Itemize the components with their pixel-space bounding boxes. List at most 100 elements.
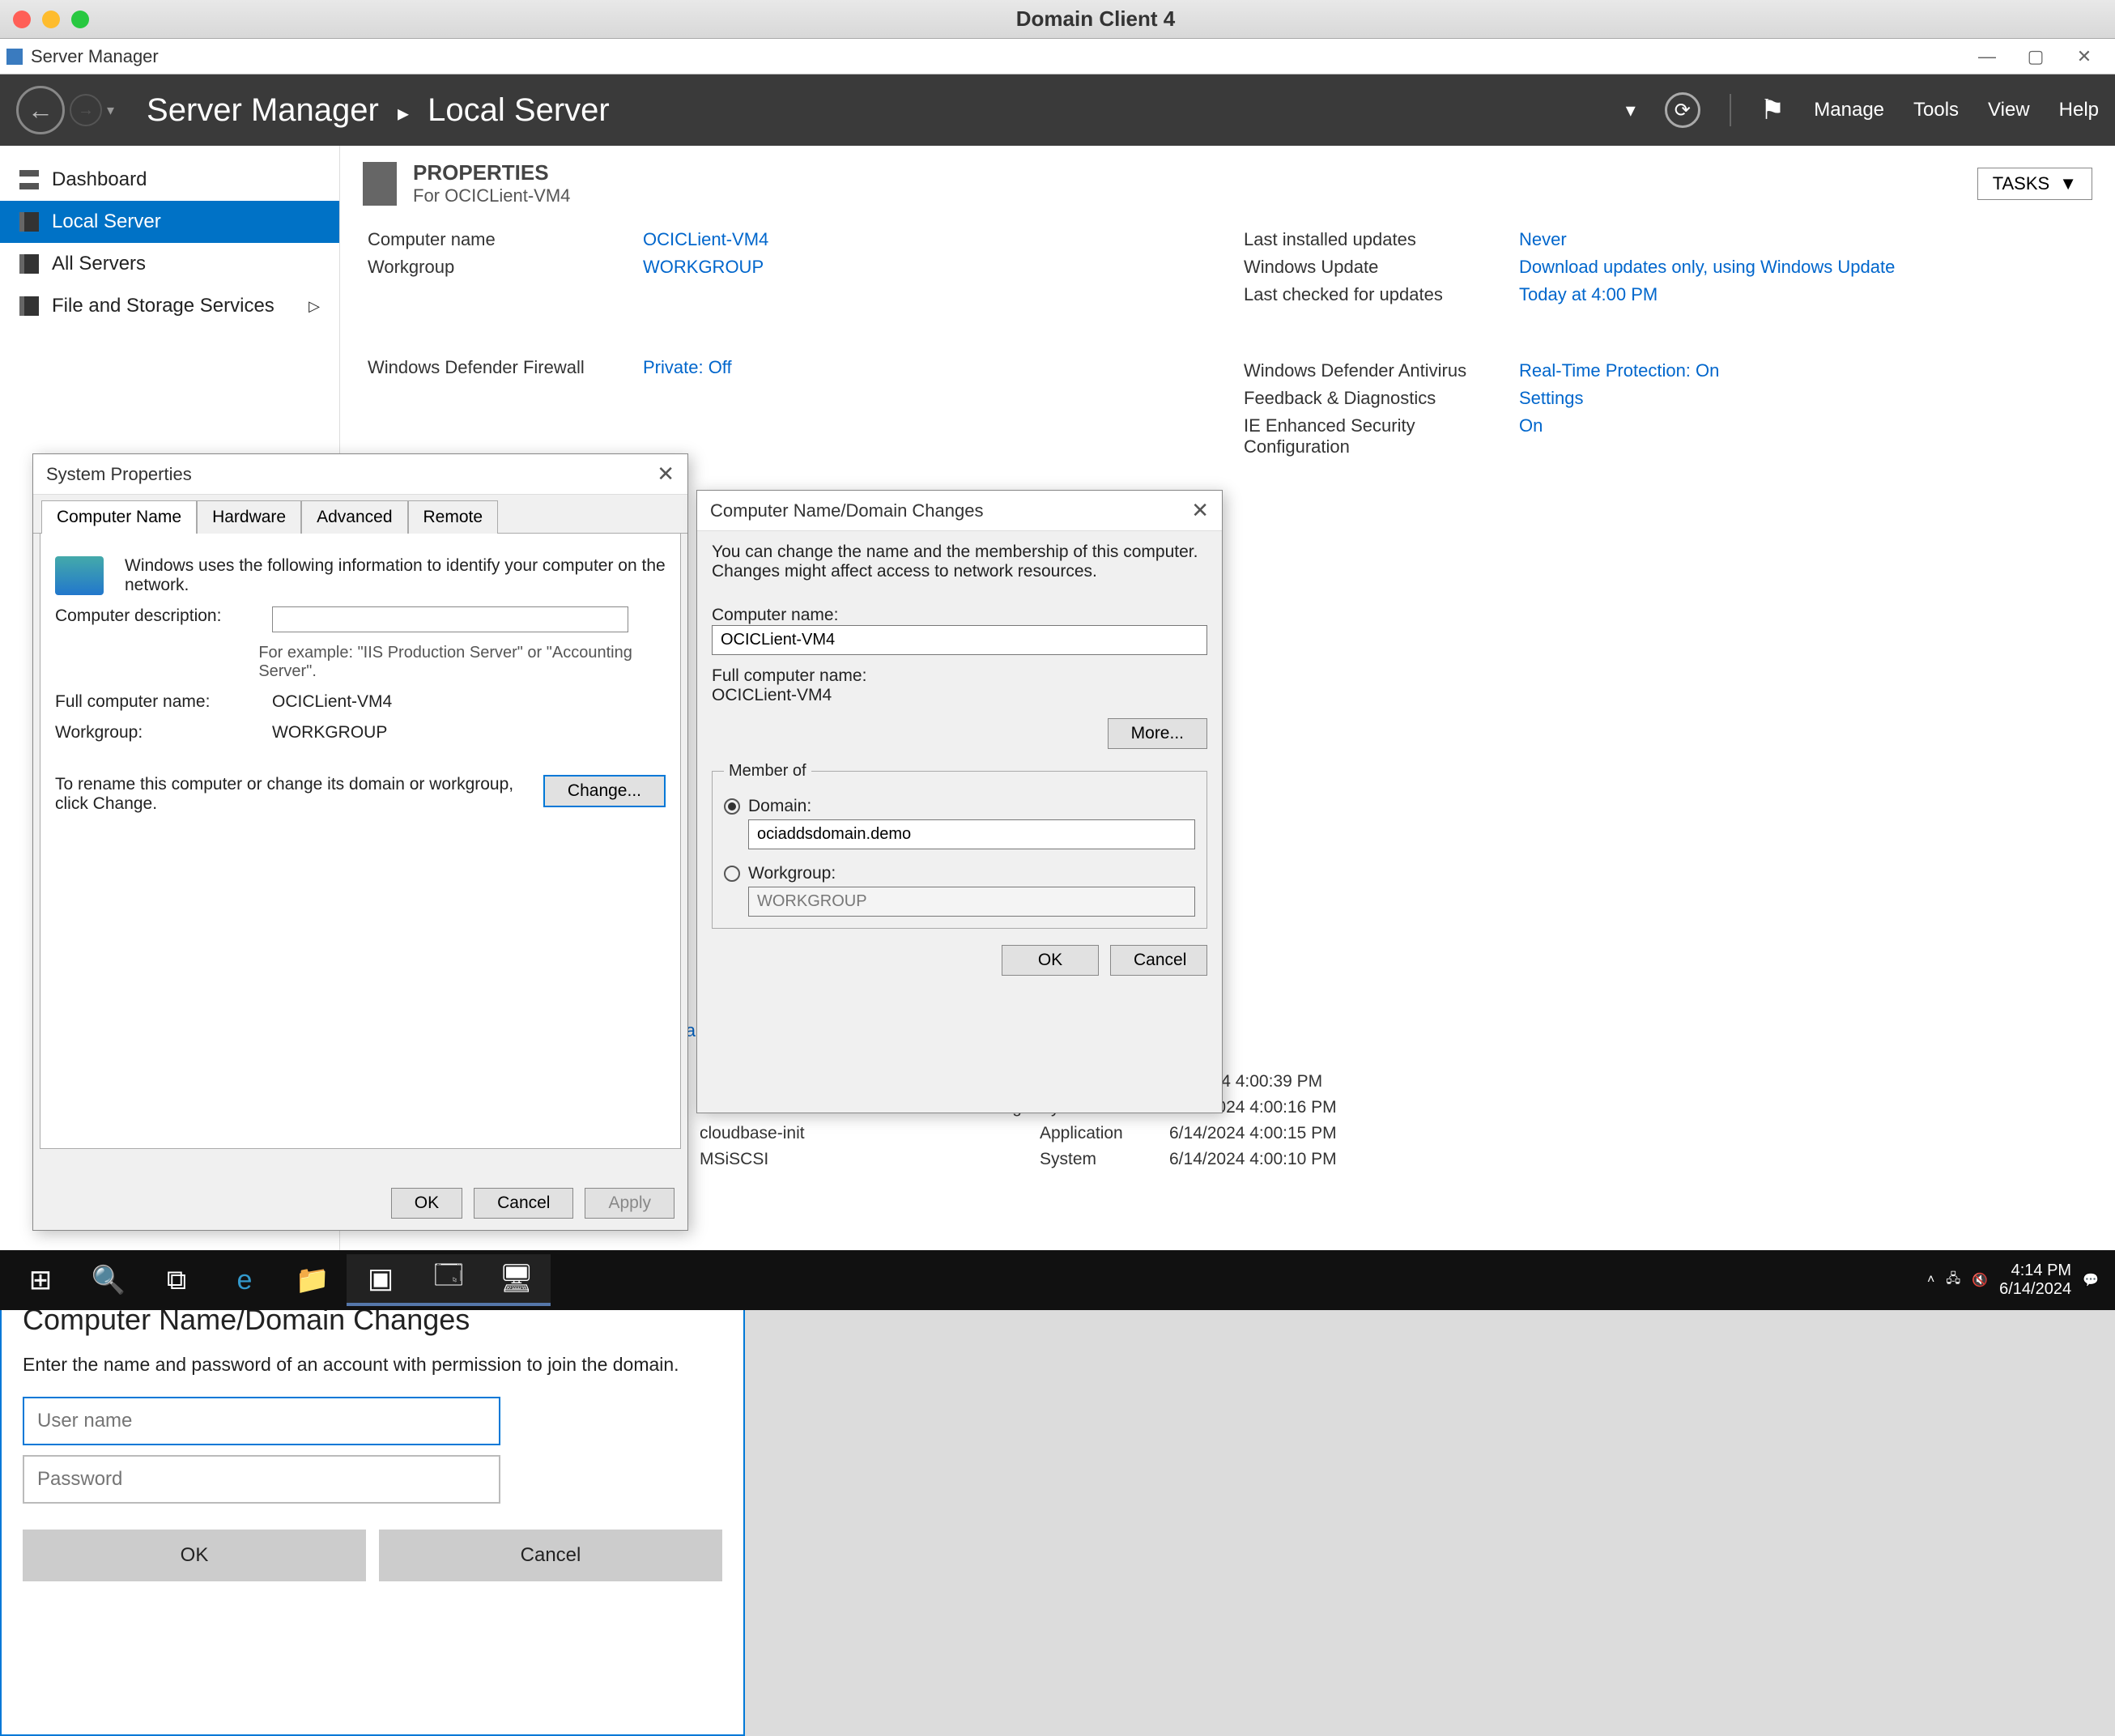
app-title: Server Manager [31,46,159,67]
apply-button[interactable]: Apply [585,1188,675,1219]
close-icon[interactable]: ✕ [1191,498,1209,523]
workgroup-link[interactable]: WORKGROUP [643,257,764,278]
window-close-button[interactable]: ✕ [2060,46,2109,67]
window-maximize-button[interactable]: ▢ [2011,46,2060,67]
ie-esc-link[interactable]: On [1519,415,1543,457]
last-updates-link[interactable]: Never [1519,229,1567,250]
member-of-label: Member of [724,762,811,781]
computer-icon [55,556,104,595]
last-checked-link[interactable]: Today at 4:00 PM [1519,284,1658,305]
firewall-link[interactable]: Private: Off [643,357,732,378]
domain-input[interactable] [748,819,1195,849]
nav-forward-button[interactable]: → [70,94,102,126]
breadcrumb-leaf: Local Server [428,92,610,128]
storage-icon [19,296,39,316]
more-button[interactable]: More... [1108,718,1207,749]
computer-name-input[interactable] [712,625,1207,655]
sidebar-item-file-storage[interactable]: File and Storage Services ▷ [0,285,339,327]
ok-button[interactable]: OK [1002,945,1099,976]
ok-button[interactable]: OK [23,1530,366,1581]
notifications-flag-icon[interactable]: ⚑ [1760,94,1785,126]
feedback-link[interactable]: Settings [1519,388,1584,409]
sidebar-item-label: All Servers [52,253,146,275]
dashboard-icon [19,170,39,189]
desc-hint: For example: "IIS Production Server" or … [258,644,666,681]
cmd-icon[interactable]: ▣ [347,1254,415,1306]
sidebar-item-label: Dashboard [52,168,147,191]
refresh-icon[interactable]: ⟳ [1665,92,1700,128]
clock-time: 4:14 PM [1999,1262,2071,1280]
ok-button[interactable]: OK [391,1188,462,1219]
menu-tools[interactable]: Tools [1913,99,1959,121]
domain-radio[interactable] [724,798,740,815]
properties-title: PROPERTIES [413,160,570,185]
menu-manage[interactable]: Manage [1814,99,1884,121]
action-center-icon[interactable]: 💬 [2083,1272,2099,1288]
tab-computer-name[interactable]: Computer Name [41,500,197,534]
taskbar-clock[interactable]: 4:14 PM 6/14/2024 [1999,1262,2071,1299]
dialog-title: Computer Name/Domain Changes [710,500,984,521]
windows-security-dialog: Windows Security ✕ Computer Name/Domain … [0,1250,745,1736]
menu-view[interactable]: View [1988,99,2030,121]
system-properties-taskbar-icon[interactable]: 🖥 [483,1254,551,1306]
change-button[interactable]: Change... [543,775,666,807]
sidebar-item-dashboard[interactable]: Dashboard [0,159,339,201]
sidebar-item-label: File and Storage Services [52,295,274,317]
window-minimize-button[interactable]: — [1963,46,2011,67]
computer-description-input[interactable] [272,606,628,632]
password-input[interactable] [23,1455,500,1504]
username-input[interactable] [23,1397,500,1445]
ie-icon[interactable]: e [211,1254,279,1306]
windows-update-link[interactable]: Download updates only, using Windows Upd… [1519,257,1895,278]
explorer-icon[interactable]: 📁 [279,1254,347,1306]
network-icon[interactable]: 🖧 [1946,1270,1960,1291]
divider [1730,94,1731,126]
mac-zoom-button[interactable] [71,11,89,28]
server-icon [19,212,39,232]
info-text: You can change the name and the membersh… [712,542,1207,581]
cancel-button[interactable]: Cancel [474,1188,573,1219]
computer-name-link[interactable]: OCICLient-VM4 [643,229,768,250]
menu-help[interactable]: Help [2059,99,2099,121]
task-view-icon[interactable]: ⧉ [143,1254,211,1306]
mac-close-button[interactable] [13,11,31,28]
workgroup-radio[interactable] [724,866,740,882]
sidebar-item-label: Local Server [52,211,161,233]
sidebar-item-all-servers[interactable]: All Servers [0,243,339,285]
prop-label: Windows Update [1244,257,1519,278]
close-icon[interactable]: ✕ [657,462,675,487]
change-text: To rename this computer or change its do… [55,775,529,814]
dialog-title: System Properties [46,464,192,485]
prop-label: Windows Defender Antivirus [1244,360,1519,381]
server-large-icon [363,162,397,206]
prop-label: Computer name [368,229,643,250]
mac-minimize-button[interactable] [42,11,60,28]
tab-remote[interactable]: Remote [408,500,499,534]
cancel-button[interactable]: Cancel [379,1530,722,1581]
desc-label: Computer description: [55,606,257,626]
sidebar-item-local-server[interactable]: Local Server [0,201,339,243]
computer-name-label: Computer name: [712,606,1207,625]
tasks-dropdown[interactable]: TASKS ▼ [1977,168,2092,200]
workgroup-input [748,887,1195,917]
info-text: Windows uses the following information t… [125,556,666,595]
defender-av-link[interactable]: Real-Time Protection: On [1519,360,1719,381]
header-dropdown-caret[interactable]: ▾ [1626,99,1636,122]
domain-label: Domain: [748,797,811,816]
full-name-value: OCICLient-VM4 [712,686,1207,705]
tab-hardware[interactable]: Hardware [197,500,301,534]
search-icon[interactable]: 🔍 [74,1254,143,1306]
breadcrumb-root[interactable]: Server Manager [147,92,379,128]
tray-chevron-icon[interactable]: ˄ [1927,1273,1934,1287]
clock-date: 6/14/2024 [1999,1280,2071,1299]
server-manager-taskbar-icon[interactable]: 🗔 [415,1254,483,1306]
mac-window-title: Domain Client 4 [89,6,2102,32]
volume-muted-icon[interactable]: 🔇 [1972,1272,1988,1288]
cancel-button[interactable]: Cancel [1110,945,1207,976]
servers-icon [19,254,39,274]
nav-history-dropdown[interactable]: ▾ [107,102,114,119]
start-button[interactable]: ⊞ [6,1254,74,1306]
member-of-group: Member of Domain: Workgroup: [712,762,1207,929]
nav-back-button[interactable]: ← [16,86,65,134]
tab-advanced[interactable]: Advanced [301,500,407,534]
